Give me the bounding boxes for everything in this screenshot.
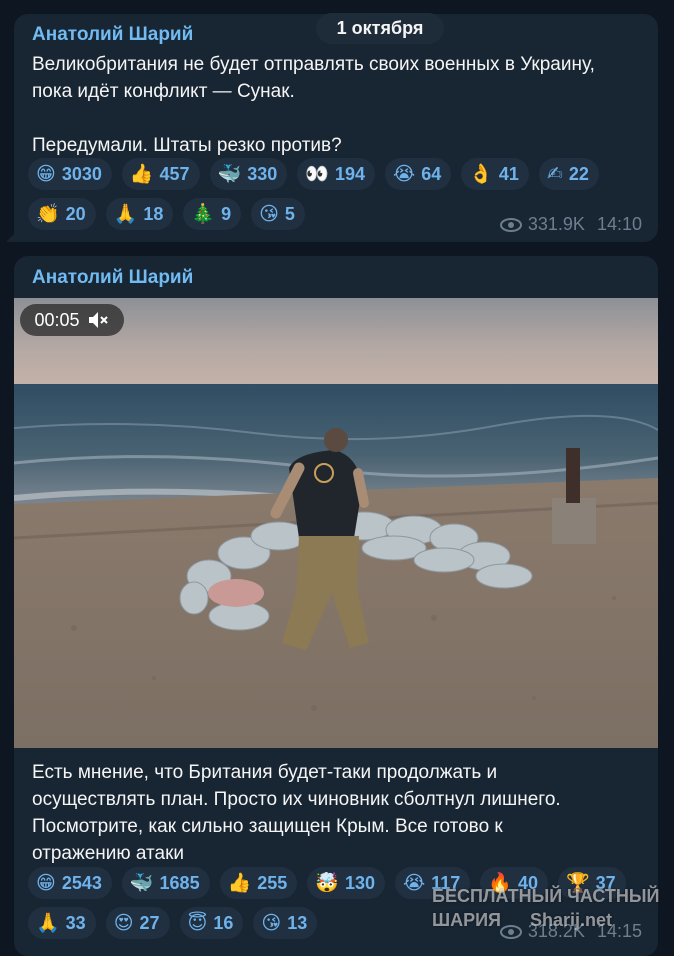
reaction-emoji-icon: 👍 [129,164,154,185]
reaction-count: 5 [284,203,295,224]
reaction-emoji-icon: ✍ [546,163,563,185]
watermark-line1: БЕСПЛАТНЫЙ ЧАСТНЫЙ [432,886,660,906]
reaction-pill[interactable]: 🐳 1685 [121,867,210,899]
message-author[interactable]: Анатолий Шарий [32,24,193,46]
reaction-count: 9 [221,203,232,224]
reaction-count: 457 [159,163,190,184]
reaction-count: 22 [568,163,589,184]
reaction-emoji-icon: 👏 [36,204,60,225]
message-text: Есть мнение, что Британия будет-таки про… [32,762,561,864]
reaction-emoji-icon: 🎄 [191,204,216,225]
reaction-emoji-icon: 👍 [227,873,252,894]
reaction-count: 13 [287,912,308,933]
reaction-pill[interactable]: 🙏 18 [105,198,174,230]
message-text: Великобритания не будет отправлять своих… [32,54,595,156]
reaction-count: 194 [334,163,366,184]
video-duration-badge[interactable]: 00:05 [20,304,124,336]
reaction-count: 130 [344,872,376,893]
views-count: 331.9K [527,214,585,234]
video-frame [14,298,658,748]
reaction-pill[interactable]: 👍 255 [219,867,298,899]
reaction-pill[interactable]: 😁 2543 [28,867,112,899]
reaction-emoji-icon: 👌 [469,164,493,185]
date-separator: 1 октября [316,13,444,44]
video-time: 00:05 [34,309,80,330]
reaction-pill[interactable]: 🐳 330 [209,158,288,190]
message-meta: 331.9K 14:10 [499,214,642,235]
video-player[interactable]: 00:05 [14,298,658,748]
reaction-pill[interactable]: 😘 13 [253,907,318,939]
reaction-pill[interactable]: 👌 41 [461,158,529,190]
bubble-tail [6,230,18,242]
reaction-pill[interactable]: 😁 3030 [28,158,112,190]
reaction-emoji-icon: 🙏 [113,204,138,225]
reaction-count: 27 [139,912,160,933]
eye-icon [499,217,522,232]
message-bubble-2[interactable]: Анатолий Шарий 00:05 Есть мнение, что Бр… [14,256,658,956]
watermark: БЕСПЛАТНЫЙ ЧАСТНЫЙ ШАРИЯ Sharij.net [432,884,662,932]
reaction-pill[interactable]: 👍 457 [121,158,200,190]
reaction-emoji-icon: 😍 [113,912,134,934]
speaker-muted-icon[interactable] [88,311,110,329]
reaction-emoji-icon: 😭 [403,872,426,894]
message-time: 14:10 [596,214,642,234]
reaction-emoji-icon: 😭 [393,163,416,185]
reaction-count: 255 [257,872,288,893]
reaction-count: 64 [421,163,442,184]
reaction-emoji-icon: 😁 [36,872,56,894]
reaction-count: 20 [65,203,86,224]
reaction-emoji-icon: 👀 [305,164,329,185]
reaction-emoji-icon: 😘 [261,912,282,934]
reaction-pill[interactable]: 😭 64 [385,158,452,190]
reaction-emoji-icon: 🐳 [129,873,154,894]
reaction-pill[interactable]: 😘 5 [251,198,305,230]
reaction-pill[interactable]: 🎄 9 [183,198,242,230]
reaction-emoji-icon: 😘 [259,203,279,225]
reaction-pill[interactable]: ✍ 22 [538,158,599,190]
message-author[interactable]: Анатолий Шарий [32,267,193,289]
message-bubble-1[interactable]: Анатолий Шарий Великобритания не будет о… [6,14,658,242]
reaction-emoji-icon: 🙏 [36,913,60,934]
reaction-pill[interactable]: 👏 20 [28,198,96,230]
reaction-count: 2543 [61,872,102,893]
reaction-count: 330 [247,163,278,184]
reaction-count: 41 [498,163,519,184]
reaction-pill[interactable]: 🙏 33 [28,907,96,939]
reaction-count: 1685 [159,872,200,893]
reaction-count: 18 [143,203,164,224]
reaction-emoji-icon: 🤯 [315,873,339,894]
reaction-count: 16 [213,912,234,933]
reaction-emoji-icon: 🐳 [217,164,242,185]
reaction-count: 33 [65,912,86,933]
reaction-emoji-icon: 😇 [187,912,208,934]
reaction-pill[interactable]: 😇 16 [179,907,244,939]
reaction-pill[interactable]: 🤯 130 [307,867,386,899]
reaction-count: 3030 [61,163,102,184]
reaction-pill[interactable]: 👀 194 [297,158,376,190]
reaction-emoji-icon: 😁 [36,163,56,185]
watermark-line2: ШАРИЯ Sharij.net [432,910,613,930]
reaction-pill[interactable]: 😍 27 [105,907,170,939]
